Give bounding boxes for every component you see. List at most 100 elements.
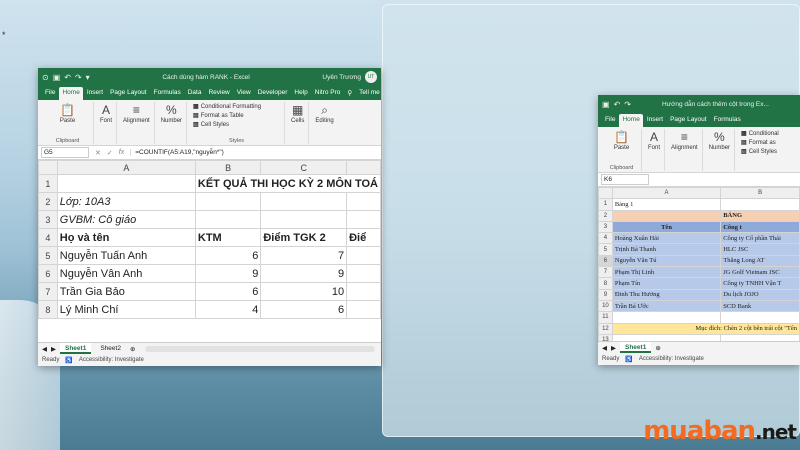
undo-icon[interactable]: ↶ xyxy=(64,73,71,82)
score-cell[interactable]: 7 xyxy=(260,246,348,265)
fx-icon[interactable]: fx xyxy=(119,149,124,157)
cell[interactable] xyxy=(611,209,722,222)
tab-insert[interactable]: Insert xyxy=(84,87,106,100)
row-header[interactable]: 7 xyxy=(38,282,58,301)
row-header[interactable]: 6 xyxy=(598,254,613,268)
paste-button[interactable]: Paste xyxy=(614,145,629,151)
customize-qat-icon[interactable]: ▾ xyxy=(86,73,90,82)
row-header[interactable]: 2 xyxy=(38,192,58,211)
cancel-icon[interactable]: ✕ xyxy=(95,149,101,157)
column-header[interactable]: C xyxy=(260,160,348,175)
cell[interactable] xyxy=(260,192,348,211)
tab-page-layout[interactable]: Page Layout xyxy=(107,87,150,100)
row-header[interactable]: 5 xyxy=(38,246,58,265)
sheet-tab-sheet1[interactable]: Sheet1 xyxy=(620,342,652,353)
tab-file[interactable]: File xyxy=(42,87,58,100)
sheet-title-cell[interactable]: KẾT QUẢ THI HỌC KỲ 2 MÔN TOÁ xyxy=(195,174,381,193)
conditional-formatting-button[interactable]: ▦ Conditional xyxy=(741,130,779,138)
cell[interactable] xyxy=(346,246,381,265)
name-cell[interactable]: Nguyễn Vân Anh xyxy=(56,264,196,283)
add-sheet-icon[interactable]: ⊕ xyxy=(130,345,135,353)
avatar[interactable]: UT xyxy=(365,71,377,83)
column-header[interactable]: A xyxy=(611,186,722,200)
excel-window-rank[interactable]: ⊙ ▣ ↶ ↷ ▾ Cách dùng hàm RANK - Excel Uyê… xyxy=(38,68,381,366)
name-cell[interactable]: Trịnh Bá Thanh xyxy=(611,243,722,256)
cell[interactable] xyxy=(346,192,381,211)
column-header[interactable]: B xyxy=(194,160,262,175)
header-cell[interactable]: KTM xyxy=(194,228,262,247)
row-header[interactable]: 12 xyxy=(598,322,613,335)
row-header[interactable]: 4 xyxy=(38,228,58,247)
table-title-cell[interactable]: BẢNG xyxy=(720,209,800,222)
score-cell[interactable]: 10 xyxy=(260,282,348,301)
column-header[interactable]: A xyxy=(56,160,196,175)
prev-sheet-icon[interactable]: ◀ xyxy=(602,344,607,352)
cell[interactable] xyxy=(194,210,262,229)
lightbulb-icon[interactable]: ⚲ xyxy=(344,87,355,100)
accessibility-status[interactable]: Accessibility: Investigate xyxy=(639,356,704,362)
score-cell[interactable]: 4 xyxy=(194,300,262,319)
editing-group[interactable]: ⌕ Editing xyxy=(311,102,337,144)
format-as-table-button[interactable]: ▤ Format as Table xyxy=(193,112,261,120)
row-header[interactable]: 11 xyxy=(598,311,613,324)
cell[interactable] xyxy=(720,198,800,211)
select-all-corner[interactable] xyxy=(598,186,613,200)
company-cell[interactable]: SCD Bank xyxy=(720,299,800,313)
sheet-tab-sheet2[interactable]: Sheet2 xyxy=(95,343,126,354)
company-cell[interactable]: HLC JSC xyxy=(720,243,800,256)
autosave-icon[interactable]: ⊙ xyxy=(42,73,49,82)
paste-icon[interactable]: 📋 xyxy=(60,102,75,118)
alignment-group[interactable]: ≡ Alignment xyxy=(667,129,703,171)
company-cell[interactable]: JG Golf Vietnam JSC xyxy=(720,266,800,279)
tab-insert[interactable]: Insert xyxy=(644,114,666,127)
row-header[interactable]: 9 xyxy=(598,288,613,301)
score-cell[interactable]: 9 xyxy=(194,264,262,283)
header-cell[interactable]: Công t xyxy=(720,220,800,234)
next-sheet-icon[interactable]: ▶ xyxy=(51,345,56,353)
name-cell[interactable]: Phạm Thị Linh xyxy=(611,266,722,279)
cell[interactable] xyxy=(346,282,381,301)
table-name-cell[interactable]: Bảng 1 xyxy=(611,198,722,211)
cell[interactable] xyxy=(260,210,348,229)
save-icon[interactable]: ▣ xyxy=(53,73,61,82)
row-header[interactable]: 1 xyxy=(598,198,613,211)
cells-group[interactable]: ▦ Cells xyxy=(287,102,310,144)
tab-file[interactable]: File xyxy=(602,114,618,127)
row-header[interactable]: 1 xyxy=(38,174,58,193)
next-sheet-icon[interactable]: ▶ xyxy=(611,344,616,352)
cell-styles-button[interactable]: ▧ Cell Styles xyxy=(741,148,779,156)
accessibility-status[interactable]: Accessibility: Investigate xyxy=(79,357,144,363)
name-cell[interactable]: Nguyễn Tuấn Anh xyxy=(56,246,196,265)
score-cell[interactable]: 6 xyxy=(194,282,262,301)
name-box[interactable]: K6 xyxy=(601,174,649,185)
name-box[interactable]: G5 xyxy=(41,147,89,158)
worksheet-grid[interactable]: A B C 1 KẾT QUẢ THI HỌC KỲ 2 MÔN TOÁ 2 L… xyxy=(38,160,381,319)
undo-icon[interactable]: ↶ xyxy=(614,100,621,109)
purpose-cell[interactable]: Mục đích: Chèn 2 cột bên trái cột "Tên xyxy=(611,322,800,335)
company-cell[interactable]: Thăng Long AT xyxy=(720,254,800,268)
row-header[interactable]: 6 xyxy=(38,264,58,283)
tab-view[interactable]: View xyxy=(234,87,254,100)
cell[interactable] xyxy=(611,311,722,324)
tell-me[interactable]: Tell me xyxy=(356,87,381,100)
cell[interactable] xyxy=(720,311,800,324)
tab-page-layout[interactable]: Page Layout xyxy=(667,114,710,127)
cell[interactable] xyxy=(194,192,262,211)
column-header[interactable] xyxy=(346,160,381,175)
tab-home[interactable]: Home xyxy=(59,87,83,100)
tab-nitro-pro[interactable]: Nitro Pro xyxy=(312,87,344,100)
row-header[interactable]: 5 xyxy=(598,243,613,256)
name-cell[interactable]: Phạm Tín xyxy=(611,277,722,290)
cell[interactable] xyxy=(346,210,381,229)
header-cell[interactable]: Tên xyxy=(611,220,722,234)
tab-review[interactable]: Review xyxy=(205,87,232,100)
row-header[interactable]: 2 xyxy=(598,209,613,222)
add-sheet-icon[interactable]: ⊕ xyxy=(655,344,660,352)
company-cell[interactable]: Du lịch JOJO xyxy=(720,288,800,301)
worksheet-grid[interactable]: A B 1 Bảng 1 2 BẢNG 3 Tên Công t 4 Hoàng Xuân… xyxy=(598,186,800,365)
redo-icon[interactable]: ↷ xyxy=(75,73,82,82)
number-group[interactable]: % Number xyxy=(705,129,736,171)
score-cell[interactable]: 6 xyxy=(194,246,262,265)
accessibility-icon[interactable]: ♿ xyxy=(625,356,632,363)
tab-formulas[interactable]: Formulas xyxy=(711,114,744,127)
